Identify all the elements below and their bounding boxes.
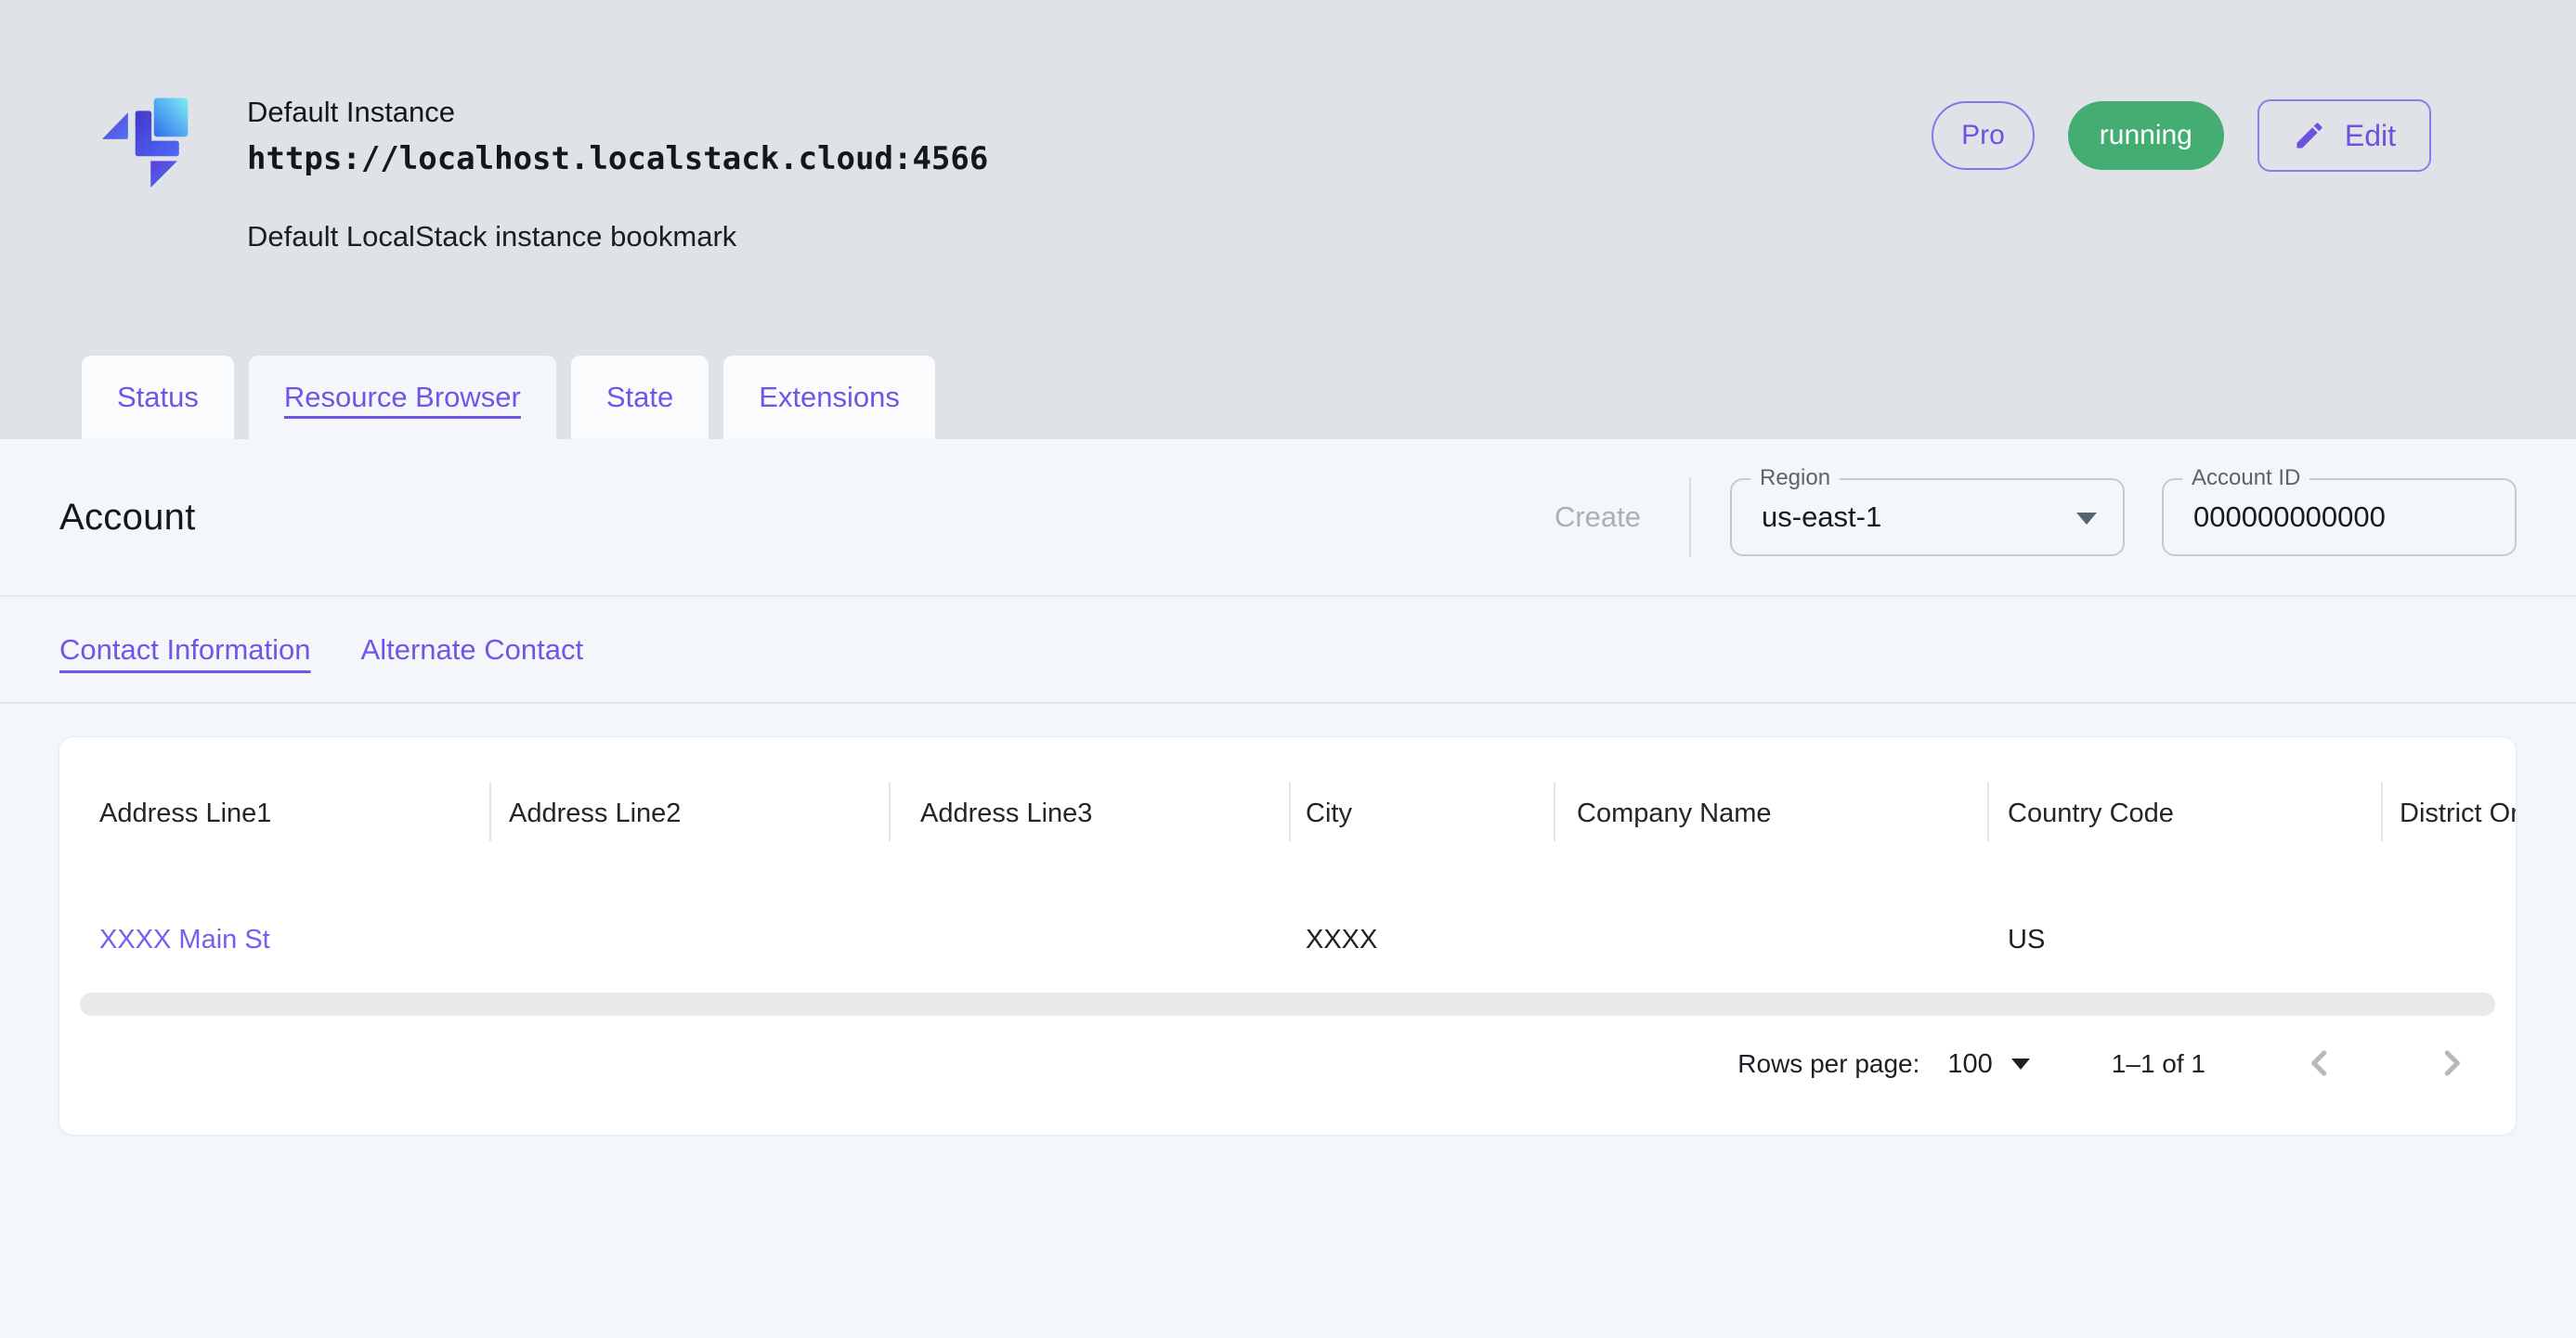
horizontal-scrollbar[interactable] <box>80 993 2495 1016</box>
tab-status[interactable]: Status <box>82 356 234 439</box>
column-separator <box>1289 782 1291 841</box>
tab-state[interactable]: State <box>571 356 709 439</box>
account-subtabs: Contact Information Alternate Contact <box>0 597 2576 704</box>
column-separator <box>1554 782 1555 841</box>
rows-per-page-select[interactable]: 100 <box>1947 1049 2029 1080</box>
instance-title: Default Instance <box>247 96 988 129</box>
status-badge: running <box>2068 101 2224 170</box>
instance-header: Default Instance https://localhost.local… <box>0 0 2576 439</box>
pagination-range: 1–1 of 1 <box>2112 1049 2205 1079</box>
localstack-logo-icon <box>89 88 215 201</box>
column-separator <box>2381 782 2383 841</box>
column-separator <box>889 782 891 841</box>
column-header-country-code[interactable]: Country Code <box>2008 799 2174 829</box>
account-id-label: Account ID <box>2182 465 2309 491</box>
region-select-value: us-east-1 <box>1732 500 1881 534</box>
column-separator <box>489 782 491 841</box>
table-pagination: Rows per page: 100 1–1 of 1 <box>1737 1027 2469 1101</box>
chevron-down-icon <box>2076 513 2097 525</box>
subtab-alternate-contact[interactable]: Alternate Contact <box>361 633 584 667</box>
tab-resource-browser[interactable]: Resource Browser <box>249 356 556 439</box>
edit-button-label: Edit <box>2345 119 2396 153</box>
create-button[interactable]: Create <box>1545 500 1650 534</box>
region-select-label: Region <box>1750 465 1840 491</box>
account-header: Account Create Region us-east-1 Account … <box>0 439 2576 597</box>
subtab-contact-information[interactable]: Contact Information <box>59 633 311 667</box>
contact-information-table-card: Address Line1 Address Line2 Address Line… <box>59 736 2517 1136</box>
resource-browser-panel: Account Create Region us-east-1 Account … <box>0 439 2576 1338</box>
chevron-down-icon <box>2011 1059 2030 1070</box>
instance-url: https://localhost.localstack.cloud:4566 <box>247 140 988 177</box>
pencil-icon <box>2293 119 2326 152</box>
rows-per-page-value: 100 <box>1947 1049 1992 1080</box>
edit-button[interactable]: Edit <box>2257 99 2431 172</box>
tab-extensions[interactable]: Extensions <box>723 356 935 439</box>
column-header-company-name[interactable]: Company Name <box>1577 799 1772 829</box>
page-title: Account <box>59 497 196 539</box>
next-page-button[interactable] <box>2434 1046 2469 1084</box>
account-id-field[interactable]: Account ID 000000000000 <box>2162 478 2517 556</box>
column-header-address-line3[interactable]: Address Line3 <box>920 799 1092 829</box>
account-id-value: 000000000000 <box>2164 500 2386 534</box>
column-separator <box>1987 782 1989 841</box>
column-header-address-line2[interactable]: Address Line2 <box>509 799 681 829</box>
cell-address-line1-link[interactable]: XXXX Main St <box>99 925 270 955</box>
chevron-right-icon <box>2434 1046 2469 1081</box>
cell-country-code: US <box>2008 925 2045 955</box>
column-header-city[interactable]: City <box>1306 799 1352 829</box>
column-header-district[interactable]: District Or <box>2400 799 2517 829</box>
rows-per-page-label: Rows per page: <box>1737 1049 1919 1079</box>
vertical-divider <box>1689 477 1691 557</box>
region-select[interactable]: Region us-east-1 <box>1730 478 2125 556</box>
pro-badge: Pro <box>1932 101 2035 170</box>
localstack-instance-page: Default Instance https://localhost.local… <box>0 0 2576 1338</box>
instance-tabs: Status Resource Browser State Extensions <box>82 356 935 439</box>
instance-subtitle: Default LocalStack instance bookmark <box>247 220 988 253</box>
column-header-address-line1[interactable]: Address Line1 <box>99 799 271 829</box>
previous-page-button[interactable] <box>2302 1046 2337 1084</box>
cell-city: XXXX <box>1306 925 1377 955</box>
chevron-left-icon <box>2302 1046 2337 1081</box>
